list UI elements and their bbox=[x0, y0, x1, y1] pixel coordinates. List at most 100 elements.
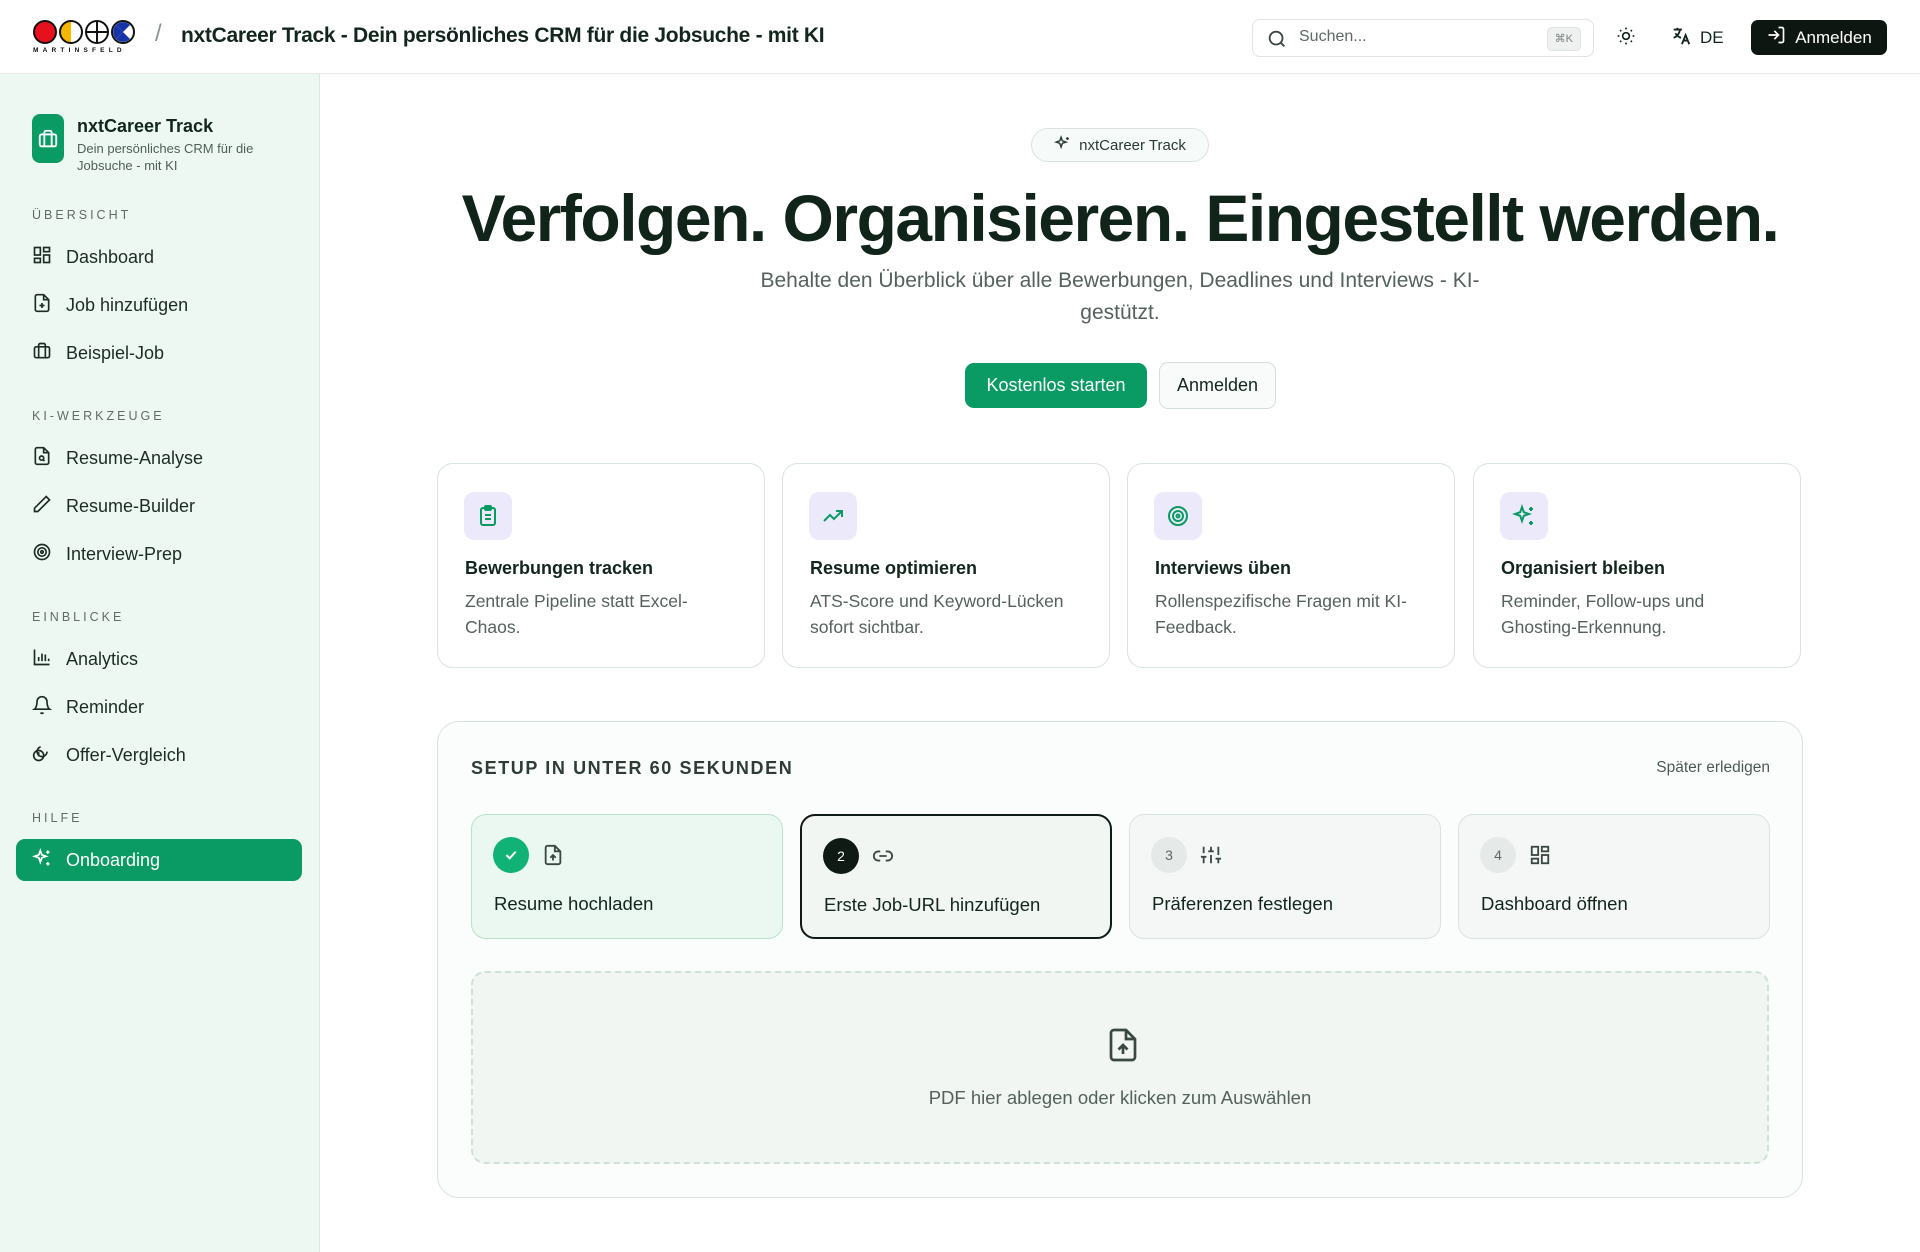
section-label-insights: EINBLICKE bbox=[32, 610, 125, 624]
logo-dot-blue bbox=[111, 20, 135, 44]
badge-label: nxtCareer Track bbox=[1079, 136, 1186, 154]
sidebar-brand[interactable]: nxtCareer Track Dein persönliches CRM fü… bbox=[32, 114, 287, 174]
login-label: Anmelden bbox=[1795, 27, 1872, 47]
pen-icon bbox=[32, 494, 52, 519]
sidebar-item-label: Beispiel-Job bbox=[66, 342, 165, 363]
feature-description: Rollenspezifische Fragen mit KI-Feedback… bbox=[1155, 591, 1407, 637]
feature-card-organized: Organisiert bleiben Reminder, Follow-ups… bbox=[1473, 463, 1801, 668]
sidebar: nxtCareer Track Dein persönliches CRM fü… bbox=[0, 74, 320, 1252]
theme-toggle-button[interactable] bbox=[1611, 23, 1641, 53]
start-free-button[interactable]: Kostenlos starten bbox=[965, 363, 1147, 408]
sidebar-item-label: Resume-Analyse bbox=[66, 447, 204, 468]
file-upload-icon bbox=[1105, 1025, 1141, 1070]
sliders-icon bbox=[1200, 844, 1222, 871]
sidebar-item-resume-builder[interactable]: Resume-Builder bbox=[16, 485, 302, 527]
logo-dot-cross bbox=[85, 20, 109, 44]
feature-description: Reminder, Follow-ups und Ghosting-Erkenn… bbox=[1501, 591, 1705, 637]
step-number: 4 bbox=[1480, 837, 1516, 873]
sun-icon bbox=[1616, 26, 1636, 51]
check-icon bbox=[493, 837, 529, 873]
bar-chart-icon bbox=[32, 647, 52, 672]
section-label-ai-tools: KI-WERKZEUGE bbox=[32, 409, 165, 423]
file-search-icon bbox=[32, 446, 52, 471]
dashboard-icon bbox=[32, 245, 52, 270]
sidebar-item-label: Resume-Builder bbox=[66, 495, 196, 516]
step-label: Resume hochladen bbox=[494, 893, 654, 914]
section-label-help: HILFE bbox=[32, 811, 83, 825]
sidebar-item-analytics[interactable]: Analytics bbox=[16, 638, 302, 680]
section-label-overview: ÜBERSICHT bbox=[32, 208, 132, 222]
pdf-dropzone[interactable]: PDF hier ablegen oder klicken zum Auswäh… bbox=[471, 971, 1769, 1164]
sidebar-item-label: Analytics bbox=[66, 648, 139, 669]
sparkles-icon bbox=[1054, 134, 1071, 156]
clipboard-icon bbox=[464, 492, 512, 540]
product-badge: nxtCareer Track bbox=[1031, 128, 1209, 162]
feature-title: Organisiert bleiben bbox=[1501, 558, 1666, 578]
martinsfeld-logo[interactable]: MARTINSFELD bbox=[33, 20, 139, 56]
setup-panel: SETUP IN UNTER 60 SEKUNDEN Später erledi… bbox=[437, 721, 1803, 1198]
logo-dot-red bbox=[33, 20, 57, 44]
sidebar-item-reminder[interactable]: Reminder bbox=[16, 686, 302, 728]
skip-setup-link[interactable]: Später erledigen bbox=[1656, 759, 1770, 777]
login-secondary-button[interactable]: Anmelden bbox=[1159, 362, 1276, 409]
sidebar-item-offer-comparison[interactable]: Offer-Vergleich bbox=[16, 734, 302, 776]
setup-step-upload-resume[interactable]: Resume hochladen bbox=[471, 814, 783, 939]
sidebar-item-interview-prep[interactable]: Interview-Prep bbox=[16, 533, 302, 575]
step-label: Präferenzen festlegen bbox=[1152, 893, 1334, 914]
setup-step-open-dashboard[interactable]: 4 Dashboard öffnen bbox=[1458, 814, 1770, 939]
feature-title: Interviews üben bbox=[1155, 558, 1292, 578]
feature-description: Zentrale Pipeline statt Excel-Chaos. bbox=[465, 591, 688, 637]
sidebar-item-label: Offer-Vergleich bbox=[66, 744, 186, 765]
sparkles-icon bbox=[1500, 492, 1548, 540]
step-label: Erste Job-URL hinzufügen bbox=[824, 894, 1041, 915]
sparkles-icon bbox=[31, 847, 52, 873]
translate-icon bbox=[1670, 25, 1692, 52]
step-number: 3 bbox=[1151, 837, 1187, 873]
feature-title: Bewerbungen tracken bbox=[465, 558, 654, 578]
sidebar-item-dashboard[interactable]: Dashboard bbox=[16, 236, 302, 278]
setup-step-preferences[interactable]: 3 Präferenzen festlegen bbox=[1129, 814, 1441, 939]
hero-subtitle: Behalte den Überblick über alle Bewerbun… bbox=[760, 269, 1480, 324]
language-switch[interactable]: DE bbox=[1670, 23, 1724, 53]
logo-wordmark: MARTINSFELD bbox=[33, 47, 126, 54]
feature-card-interviews: Interviews üben Rollenspezifische Fragen… bbox=[1127, 463, 1455, 668]
page-title: nxtCareer Track - Dein persönliches CRM … bbox=[181, 24, 825, 47]
feature-card-resume: Resume optimieren ATS-Score und Keyword-… bbox=[782, 463, 1110, 668]
sidebar-item-label: Interview-Prep bbox=[66, 543, 183, 564]
target-icon bbox=[32, 542, 52, 567]
sidebar-item-add-job[interactable]: Job hinzufügen bbox=[16, 284, 302, 326]
coins-icon bbox=[32, 743, 52, 768]
setup-title: SETUP IN UNTER 60 SEKUNDEN bbox=[471, 758, 794, 778]
dashboard-icon bbox=[1529, 844, 1551, 871]
search-shortcut: ⌘K bbox=[1546, 27, 1581, 51]
top-bar: MARTINSFELD / nxtCareer Track - Dein per… bbox=[0, 0, 1920, 74]
login-button[interactable]: Anmelden bbox=[1751, 20, 1887, 55]
briefcase-icon bbox=[32, 114, 64, 163]
sidebar-item-onboarding[interactable]: Onboarding bbox=[16, 839, 302, 881]
file-upload-icon bbox=[542, 844, 564, 871]
sidebar-item-label: Onboarding bbox=[66, 849, 161, 870]
logo-dot-yellow bbox=[59, 20, 83, 44]
search-box[interactable]: ⌘K bbox=[1252, 19, 1594, 57]
feature-card-track: Bewerbungen tracken Zentrale Pipeline st… bbox=[437, 463, 765, 668]
feature-title: Resume optimieren bbox=[810, 558, 978, 578]
search-input[interactable] bbox=[1299, 28, 1519, 46]
search-icon bbox=[1266, 28, 1288, 55]
sidebar-item-example-job[interactable]: Beispiel-Job bbox=[16, 332, 302, 374]
setup-step-add-job-url[interactable]: 2 Erste Job-URL hinzufügen bbox=[800, 814, 1112, 939]
brand-subtitle: Dein persönliches CRM für die Jobsuche -… bbox=[77, 141, 254, 173]
step-number: 2 bbox=[823, 838, 859, 874]
sidebar-item-label: Job hinzufügen bbox=[66, 294, 189, 315]
link-icon bbox=[872, 845, 894, 872]
sidebar-item-label: Dashboard bbox=[66, 246, 155, 267]
file-plus-icon bbox=[32, 293, 52, 318]
trending-up-icon bbox=[809, 492, 857, 540]
brand-name: nxtCareer Track bbox=[77, 116, 214, 136]
sidebar-item-label: Reminder bbox=[66, 696, 145, 717]
language-label: DE bbox=[1700, 28, 1724, 47]
hero-title: Verfolgen. Organisieren. Eingestellt wer… bbox=[461, 181, 1780, 255]
dropzone-text: PDF hier ablegen oder klicken zum Auswäh… bbox=[928, 1087, 1312, 1108]
target-icon bbox=[1154, 492, 1202, 540]
step-label: Dashboard öffnen bbox=[1481, 893, 1628, 914]
sidebar-item-resume-analysis[interactable]: Resume-Analyse bbox=[16, 437, 302, 479]
